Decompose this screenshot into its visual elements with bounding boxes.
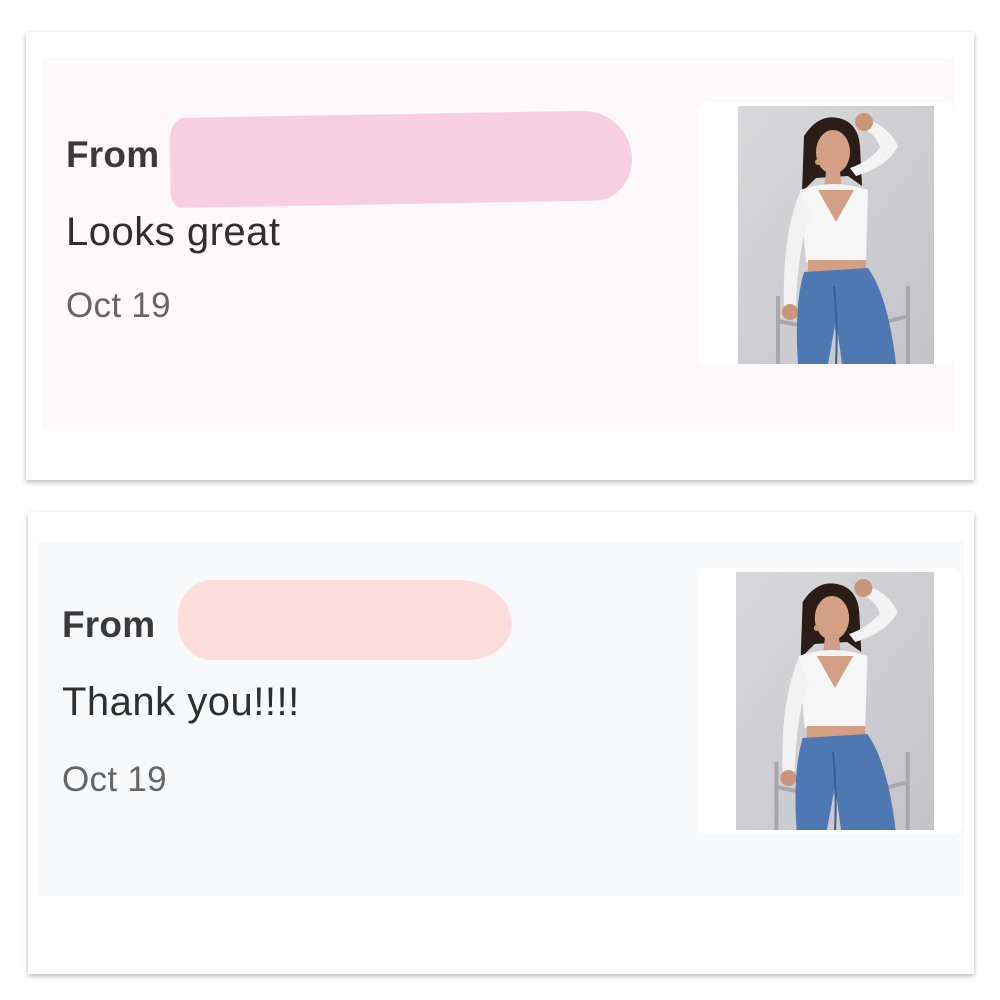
message-text: Looks great bbox=[66, 210, 281, 254]
redacted-sender-name bbox=[169, 109, 633, 209]
message-date: Oct 19 bbox=[62, 760, 167, 799]
message-date: Oct 19 bbox=[66, 286, 171, 325]
notification-card[interactable]: From Looks great Oct 19 bbox=[26, 32, 974, 480]
sender-row: From bbox=[66, 134, 159, 176]
product-photo-icon bbox=[738, 106, 934, 364]
from-label: From bbox=[66, 134, 160, 175]
product-thumbnail[interactable] bbox=[698, 102, 954, 364]
notification-item[interactable]: From Thank you!!!! Oct 19 bbox=[38, 542, 964, 896]
notification-item[interactable]: From Looks great Oct 19 bbox=[42, 58, 954, 430]
product-thumbnail[interactable] bbox=[698, 568, 962, 834]
sender-row: From bbox=[62, 604, 155, 646]
redacted-sender-name bbox=[178, 580, 512, 660]
product-photo-icon bbox=[736, 572, 934, 830]
message-text: Thank you!!!! bbox=[62, 680, 300, 724]
notification-card[interactable]: From Thank you!!!! Oct 19 bbox=[28, 512, 974, 974]
from-label: From bbox=[62, 604, 156, 645]
